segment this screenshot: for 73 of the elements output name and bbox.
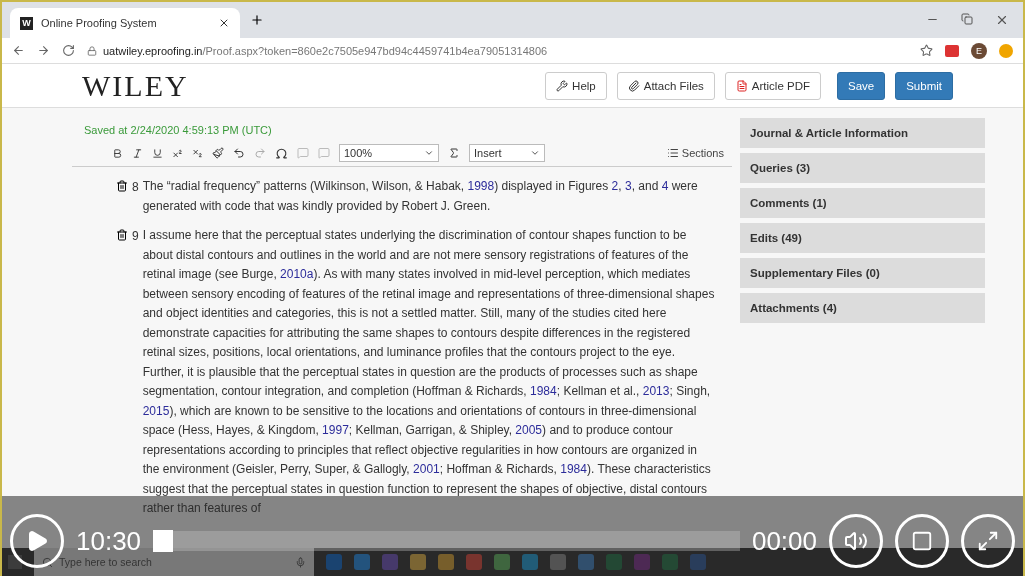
underline-icon[interactable] <box>152 147 163 159</box>
sidebar-panel[interactable]: Supplementary Files (0) <box>740 258 985 288</box>
browser-tab[interactable]: W Online Proofing System <box>10 8 240 38</box>
caret-icon <box>530 148 540 158</box>
citation-link[interactable]: 3 <box>624 179 632 193</box>
insert-dropdown[interactable]: Insert <box>469 144 545 162</box>
paragraph-number: 9 <box>132 228 139 245</box>
paragraph-number: 8 <box>132 179 139 196</box>
pdf-button[interactable]: Article PDF <box>724 71 821 100</box>
sidebar-panel[interactable]: Queries (3) <box>740 153 985 183</box>
undo-icon[interactable] <box>233 147 245 159</box>
superscript-icon[interactable] <box>172 147 183 159</box>
citation-link[interactable]: 1998 <box>467 179 495 193</box>
omega-icon[interactable] <box>275 146 288 160</box>
brush-icon[interactable] <box>212 147 224 159</box>
list-icon <box>666 147 679 159</box>
citation-link[interactable]: 1984 <box>560 462 587 476</box>
microphone-icon[interactable] <box>295 556 306 568</box>
lock-icon <box>87 45 97 56</box>
citation-link[interactable]: 1984 <box>530 384 557 398</box>
paragraph-text: The “radial frequency” patterns (Wilkinson, Wilson, & Habak, 1998) displayed in Figures 2, 3, and 4 were generated with code that was kindly provided by Robert J. Green. <box>142 178 699 215</box>
citation-link[interactable]: 1997 <box>322 423 349 437</box>
fullscreen-button[interactable] <box>961 514 1015 568</box>
action-button[interactable]: Save <box>837 71 886 100</box>
remaining-time: 00:00 <box>751 525 817 557</box>
sections-button[interactable]: Sections <box>666 147 724 159</box>
sidebar-panel[interactable]: Journal & Article Information <box>740 118 985 148</box>
citation-link[interactable]: 2005 <box>515 423 543 437</box>
windows-icon[interactable] <box>8 555 22 569</box>
favicon-icon: W <box>20 16 33 30</box>
volume-button[interactable] <box>829 514 883 568</box>
sigma-icon[interactable] <box>448 147 460 159</box>
search-icon <box>42 556 53 568</box>
paragraph-text: I assume here that the perceptual states underlying the discrimination of contour shapes function to be about distal contours and outlines in the world and are not mere sensory registrations of features of the retinal image (see Burge, 2010a). As with many states involved in mid-level perception, which mediates between sensory encoding of features of the retinal image and representations of three-dimensional shapes and object identities and categories, this is not a settled matter. Still, many of the studies cited here demonstrate capacities for attributing the same shapes to contours despite differences in the registered retinal sizes, positions, local orientations, and luminance profiles that the contours project to the eye. Further, it is plausible that the perceptual states in question are the products of processes such as shape segmentation, contour integration, and completion (Hoffman & Richards, 1984; Kellman et al., 2013; Singh, 2015), which are known to be sensitive to the locations and orientations of contours in three-dimensional space (Hess, Hayes, & Kingdom, 1997; Kellman, Garrigan, & Shipley, 2005) and to produce contour representations according to principles that reflect objective regularities in how contours are organized in the environment (Geisler, Perry, Super, & Gallogly, 2001; Hoffman & Richards, 1984). These characteristics suggest that the perceptual states in question function to represent the shapes of objective, distal contours rather than features of <box>142 227 715 517</box>
close-icon[interactable] <box>995 13 1009 27</box>
citation-link[interactable]: 4 <box>661 179 669 193</box>
reload-icon[interactable] <box>62 44 75 57</box>
citation-link[interactable]: 2010a <box>280 267 314 281</box>
attach-button[interactable]: Attach Files <box>616 71 715 100</box>
sidebar-panel[interactable]: Edits (49) <box>740 223 985 253</box>
subscript-icon[interactable] <box>192 147 203 159</box>
help-button[interactable]: Help <box>545 71 607 100</box>
progress-thumb[interactable] <box>153 530 174 552</box>
square-icon <box>911 530 933 552</box>
speaker-icon <box>844 529 868 553</box>
profile-avatar[interactable]: E <box>971 42 987 59</box>
fullscreen-icon <box>977 530 999 552</box>
bold-icon[interactable] <box>112 147 123 159</box>
extension-icon[interactable] <box>945 44 959 57</box>
saved-status: Saved at 2/24/2020 4:59:13 PM (UTC) <box>83 123 273 136</box>
caret-icon <box>424 148 434 158</box>
trash-icon[interactable] <box>116 180 128 192</box>
progress-track[interactable] <box>153 531 740 551</box>
sidebar-panel[interactable]: Comments (1) <box>740 188 985 218</box>
paperclip-icon <box>627 79 640 92</box>
wrench-icon <box>556 79 569 92</box>
star-icon[interactable] <box>920 44 933 57</box>
address-field[interactable]: uatwiley.eproofing.in/Proof.aspx?token=860e2c7505e947bd94c4459741b4ea79051314806 <box>87 44 908 57</box>
new-tab-icon[interactable] <box>250 13 264 27</box>
restore-icon[interactable] <box>961 13 973 25</box>
forward-icon[interactable] <box>37 44 50 57</box>
action-button[interactable]: Submit <box>895 71 953 100</box>
zoom-dropdown[interactable]: 100% <box>339 144 439 162</box>
back-icon[interactable] <box>12 44 25 57</box>
close-icon[interactable] <box>218 17 230 29</box>
italic-icon[interactable] <box>132 147 143 159</box>
sidebar-panel[interactable]: Attachments (4) <box>740 293 985 323</box>
screen-button[interactable] <box>895 514 949 568</box>
trash-icon[interactable] <box>116 229 128 241</box>
citation-link[interactable]: 2001 <box>413 462 440 476</box>
citation-link[interactable]: 2015 <box>142 403 170 418</box>
logo: WILEY <box>82 68 189 103</box>
pdf-icon <box>735 79 748 92</box>
